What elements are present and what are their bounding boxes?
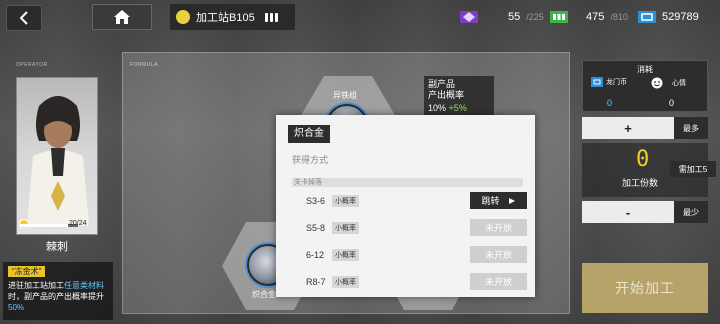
not-open-button: 未开放 <box>470 273 527 290</box>
skill-description: 进驻加工站加工任意类材料时，副产品的产出概率提升 50% <box>8 280 108 313</box>
lmd-resource: 529789 <box>638 6 699 28</box>
byproduct-rate: 10% +5% <box>428 103 490 114</box>
operator-portrait <box>27 96 89 226</box>
stage-row: R8-7 小概率 未开放 <box>306 273 527 290</box>
stage-probability: 小概率 <box>332 275 359 288</box>
stage-name: R8-7 <box>306 276 326 287</box>
stage-row: S3-6 小概率 跳转 <box>306 192 527 209</box>
stage-row: 6-12 小概率 未开放 <box>306 246 527 263</box>
stage-probability: 小概率 <box>332 221 359 234</box>
skill-title: “冻金术” <box>8 266 46 277</box>
lmd-icon <box>591 77 603 87</box>
jump-button-label: 跳转 <box>481 196 500 206</box>
station-name: 加工站B105 <box>196 12 255 24</box>
byproduct-bonus: +5% <box>448 103 467 113</box>
operator-card[interactable] <box>16 77 98 235</box>
top-bar: 加工站B105 55/225 + 475/810 529789 <box>0 0 720 36</box>
mood-cost-value: 0 <box>669 98 675 108</box>
ingredient-label: 异铁组 <box>333 91 357 100</box>
popup-subtitle: 获得方式 <box>292 155 329 165</box>
popup-section-label: 关卡掉落 <box>292 178 523 187</box>
home-icon <box>114 10 130 24</box>
sanity-max: /225 <box>526 12 544 22</box>
sanity-icon <box>460 11 478 23</box>
stage-row: S5-8 小概率 未开放 <box>306 219 527 236</box>
operator-exp: 20/24 <box>69 220 87 227</box>
jump-button[interactable]: 跳转 <box>470 192 527 209</box>
product-label: 炽合金 <box>252 290 276 299</box>
consume-panel: 消耗 龙门币 0 心情 0 <box>582 60 708 112</box>
min-button[interactable]: 最少 <box>674 201 708 223</box>
battery-value: 475 <box>586 11 605 23</box>
stage-probability: 小概率 <box>332 248 359 261</box>
need-process-tag: 需加工5 <box>670 161 716 177</box>
popup-title: 炽合金 <box>288 125 330 143</box>
lmd-cost-value: 0 <box>607 98 613 108</box>
skill-text-percent: 50% <box>8 303 25 312</box>
max-button[interactable]: 最多 <box>674 117 708 139</box>
back-arrow-icon <box>19 11 28 25</box>
smiley-icon <box>651 77 663 89</box>
increase-button[interactable]: + <box>582 117 674 139</box>
station-icon <box>176 10 190 24</box>
battery-resource: 475/810 <box>550 6 628 28</box>
home-button[interactable] <box>92 4 152 30</box>
stage-name: 6-12 <box>306 249 325 260</box>
not-open-button: 未开放 <box>470 246 527 263</box>
station-tag: 加工站B105 <box>170 4 295 30</box>
byproduct-value: 10% <box>428 103 447 113</box>
quantity-label: 加工份数 <box>622 178 659 188</box>
sanity-resource[interactable]: 55/225 + <box>460 6 560 28</box>
lmd-cost: 龙门币 <box>591 77 627 87</box>
level-pips <box>264 12 278 22</box>
triangle-right-icon <box>508 197 515 204</box>
sanity-value: 55 <box>508 11 521 23</box>
skill-text-2: 时，副产品的产出概率提升 <box>8 292 104 301</box>
operator-skill-box: “冻金术” 进驻加工站加工任意类材料时，副产品的产出概率提升 50% <box>3 262 113 320</box>
stage-probability: 小概率 <box>332 194 359 207</box>
lmd-value: 529789 <box>662 11 699 23</box>
stage-name: S3-6 <box>306 195 326 206</box>
consume-title: 消耗 <box>637 65 653 74</box>
stage-name: S5-8 <box>306 222 326 233</box>
byproduct-title-1: 副产品 <box>428 79 456 89</box>
mood-cost: 心情 <box>651 77 686 89</box>
operator-section-label: OPERATOR <box>16 62 48 68</box>
battery-max: /810 <box>610 12 628 22</box>
mood-cost-label: 心情 <box>672 80 686 87</box>
lmd-cost-label: 龙门币 <box>606 79 627 86</box>
start-processing-button[interactable]: 开始加工 <box>582 263 708 313</box>
skill-text-highlight: 任意类材料 <box>64 281 104 290</box>
acquisition-popup: 炽合金 获得方式 关卡掉落 S3-6 小概率 跳转 S5-8 小概率 未开放 6… <box>276 115 535 297</box>
formula-section-label: FORMULA <box>130 62 158 68</box>
operator-name: 棘刺 <box>46 241 68 253</box>
skill-text-1: 进驻加工站加工 <box>8 281 64 290</box>
not-open-button: 未开放 <box>470 219 527 236</box>
battery-icon <box>550 11 568 23</box>
lmd-icon <box>638 11 656 23</box>
decrease-button[interactable]: - <box>582 201 674 223</box>
back-button[interactable] <box>6 5 42 31</box>
quantity-value: 0 <box>636 147 650 172</box>
byproduct-title-2: 产出概率 <box>428 90 465 100</box>
